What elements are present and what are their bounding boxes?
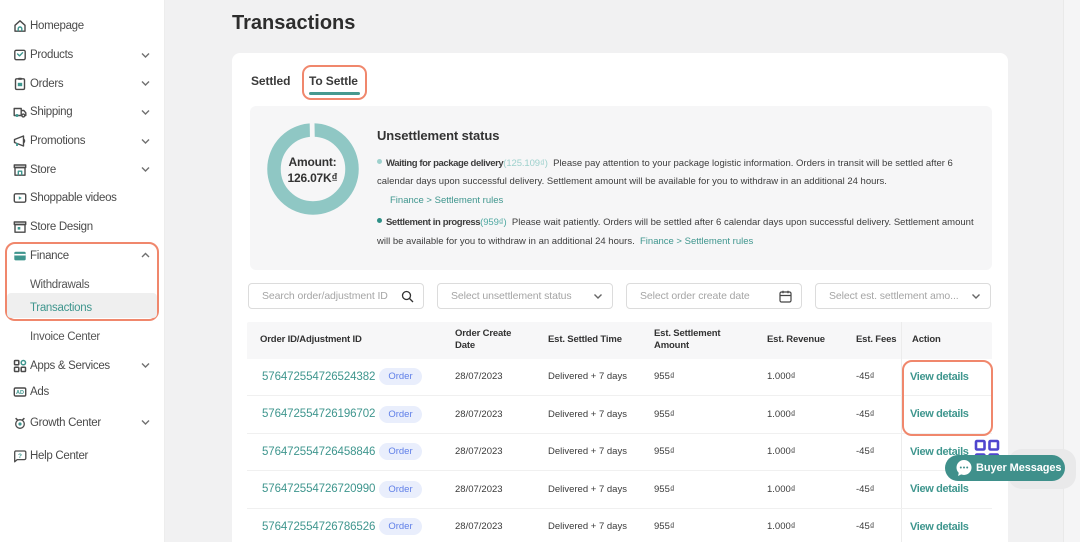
svg-text:?: ? bbox=[18, 453, 22, 460]
svg-text:AD: AD bbox=[16, 390, 24, 396]
